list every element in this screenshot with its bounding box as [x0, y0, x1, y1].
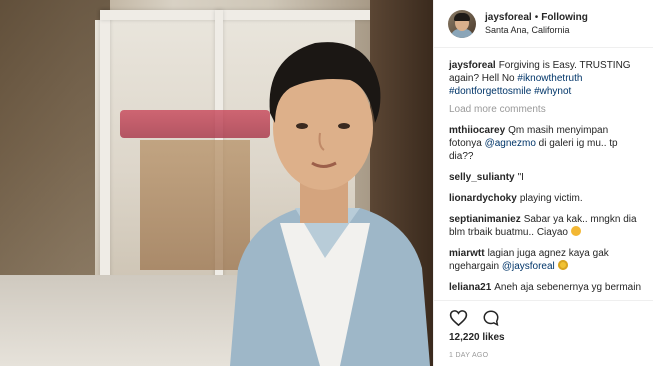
- caption: jaysforeal Forgiving is Easy. TRUSTING ag…: [449, 59, 643, 98]
- mention-link[interactable]: @jaysforeal: [502, 261, 555, 272]
- grimacing-emoji-icon: [557, 260, 568, 270]
- post-photo[interactable]: [0, 0, 433, 366]
- post-header-meta: jaysforeal • Following Santa Ana, Californ…: [485, 11, 588, 37]
- post-timestamp: 1 DAY AGO: [449, 352, 489, 359]
- location-link[interactable]: Santa Ana, California: [485, 24, 588, 36]
- avatar[interactable]: [448, 9, 476, 38]
- comment-username[interactable]: miarwtt: [449, 248, 485, 259]
- hashtag-link[interactable]: #whynot: [534, 86, 571, 97]
- comment-username[interactable]: selly_sulianty: [449, 172, 515, 183]
- comment-item: lionardychoky playing victim.: [449, 192, 643, 205]
- comment-item: mthiiocarey Qm masih menyimpan fotonya @a…: [449, 124, 643, 163]
- photo-bg-frame-left: [100, 10, 110, 300]
- username-link[interactable]: jaysforeal: [485, 12, 532, 23]
- mention-link[interactable]: @agnezmo: [485, 138, 536, 149]
- photo-person: [230, 42, 430, 366]
- flexed-biceps-emoji-icon: [570, 226, 581, 236]
- comment-item: septianimaniez Sabar ya kak.. mngkn dia b…: [449, 213, 643, 239]
- comments-list[interactable]: jaysforeal Forgiving is Easy. TRUSTING ag…: [434, 48, 653, 295]
- comment-username[interactable]: mthiiocarey: [449, 125, 505, 136]
- heart-icon[interactable]: [449, 309, 468, 327]
- comment-username[interactable]: septianimaniez: [449, 214, 521, 225]
- following-button[interactable]: Following: [541, 12, 588, 23]
- comment-item: leliana21 Aneh aja sebenernya yg bermain …: [449, 281, 643, 295]
- action-icons: [449, 301, 639, 327]
- load-more-comments-link[interactable]: Load more comments: [449, 104, 643, 115]
- comment-username[interactable]: lionardychoky: [449, 193, 517, 204]
- caption-username[interactable]: jaysforeal: [449, 60, 496, 71]
- comment-username[interactable]: leliana21: [449, 282, 491, 293]
- comment-item: selly_sulianty "I: [449, 171, 643, 184]
- comment-text: "I: [517, 172, 524, 183]
- post-sidebar: jaysforeal • Following Santa Ana, Californ…: [433, 0, 653, 366]
- hashtag-link[interactable]: #iknowthetruth: [517, 73, 582, 84]
- comment-icon[interactable]: [482, 309, 500, 327]
- comment-item: miarwtt lagian juga agnez kaya gak ngehar…: [449, 247, 643, 273]
- post-header: jaysforeal • Following Santa Ana, Californ…: [434, 0, 653, 48]
- likes-count[interactable]: 12,220 likes: [449, 332, 639, 343]
- comment-text: playing victim.: [519, 193, 583, 204]
- instagram-post: jaysforeal • Following Santa Ana, Californ…: [0, 0, 653, 366]
- post-actions: 12,220 likes 1 DAY AGO: [434, 300, 653, 359]
- hashtag-link[interactable]: #dontforgettosmile: [449, 86, 531, 97]
- separator-dot: •: [534, 11, 539, 23]
